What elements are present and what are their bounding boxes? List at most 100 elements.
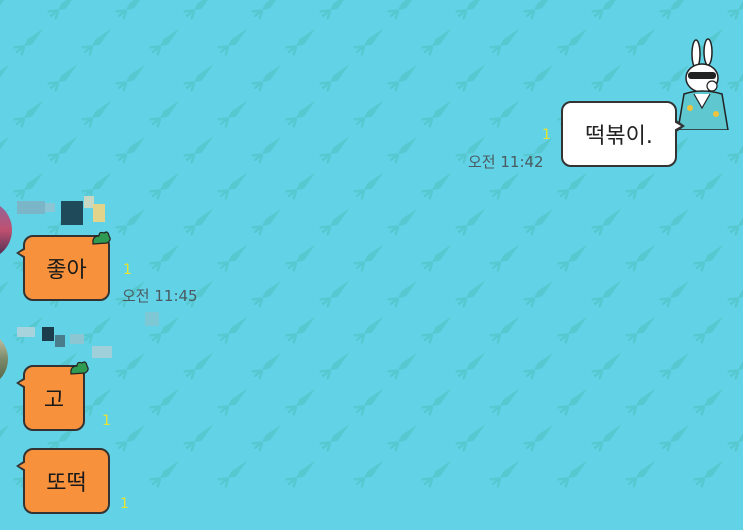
carrot-icon <box>557 244 588 272</box>
bubble-tail <box>16 460 26 472</box>
unread-count: 1 <box>123 262 132 278</box>
carrot-icon <box>81 100 112 128</box>
carrot-icon <box>455 64 486 92</box>
carrot-icon <box>387 0 418 20</box>
carrot-icon <box>353 388 384 416</box>
carrot-icon <box>183 352 214 380</box>
carrot-icon <box>659 208 690 236</box>
carrot-icon <box>387 208 418 236</box>
carrot-icon <box>319 424 350 452</box>
carrot-icon <box>0 0 10 10</box>
message-text: 떡볶이. <box>585 124 653 149</box>
carrot-icon <box>149 460 180 488</box>
carrot-icon <box>217 100 248 128</box>
carrot-icon <box>489 388 520 416</box>
carrot-icon <box>319 208 350 236</box>
carrot-icon <box>489 172 520 200</box>
carrot-icon <box>659 280 690 308</box>
carrot-icon <box>489 460 520 488</box>
carrot-pattern <box>0 0 743 488</box>
carrot-icon <box>285 100 316 128</box>
carrot-icon <box>557 28 588 56</box>
carrot-icon <box>387 280 418 308</box>
carrot-icon <box>217 460 248 488</box>
carrot-icon <box>13 28 44 56</box>
carrot-icon <box>115 64 146 92</box>
carrot-leaf-icon <box>92 231 111 245</box>
carrot-icon <box>81 316 112 344</box>
carrot-icon <box>727 424 743 452</box>
carrot-icon <box>387 64 418 92</box>
carrot-icon <box>557 460 588 488</box>
carrot-icon <box>285 316 316 344</box>
carrot-icon <box>421 172 452 200</box>
carrot-icon <box>523 352 554 380</box>
carrot-icon <box>625 316 656 344</box>
message-timestamp: 오전 11:42 <box>468 153 544 171</box>
carrot-icon <box>591 352 622 380</box>
carrot-icon <box>353 28 384 56</box>
carrot-icon <box>81 388 112 416</box>
carrot-icon <box>13 172 44 200</box>
carrot-icon <box>217 28 248 56</box>
carrot-icon <box>353 244 384 272</box>
carrot-icon <box>0 280 10 298</box>
carrot-icon <box>285 28 316 56</box>
incoming-message-bubble[interactable]: 또떡 <box>16 448 110 514</box>
bubble-tail <box>16 247 26 259</box>
carrot-icon <box>693 244 724 272</box>
carrot-icon <box>727 136 743 164</box>
carrot-icon <box>455 208 486 236</box>
carrot-icon <box>285 388 316 416</box>
message-text: 고 <box>43 388 65 413</box>
carrot-icon <box>115 0 146 20</box>
carrot-icon <box>13 100 44 128</box>
carrot-icon <box>523 424 554 452</box>
chat-wallpaper <box>0 0 743 530</box>
carrot-icon <box>455 424 486 452</box>
carrot-icon <box>149 100 180 128</box>
carrot-icon <box>251 64 282 92</box>
carrot-icon <box>693 316 724 344</box>
carrot-icon <box>285 244 316 272</box>
carrot-icon <box>251 208 282 236</box>
carrot-icon <box>625 244 656 272</box>
message-text: 또떡 <box>46 471 87 496</box>
carrot-icon <box>387 352 418 380</box>
carrot-icon <box>81 28 112 56</box>
carrot-icon <box>591 280 622 308</box>
carrot-icon <box>591 208 622 236</box>
carrot-icon <box>319 280 350 308</box>
carrot-icon <box>353 316 384 344</box>
carrot-icon <box>251 352 282 380</box>
carrot-icon <box>149 388 180 416</box>
carrot-icon <box>47 64 78 92</box>
carrot-icon <box>115 136 146 164</box>
carrot-icon <box>625 28 656 56</box>
carrot-icon <box>387 136 418 164</box>
carrot-icon <box>523 208 554 236</box>
carrot-icon <box>489 316 520 344</box>
carrot-icon <box>183 424 214 452</box>
carrot-icon <box>693 388 724 416</box>
carrot-icon <box>727 280 743 308</box>
unread-count: 1 <box>102 413 111 429</box>
outgoing-message-bubble[interactable]: 떡볶이. <box>561 101 685 167</box>
carrot-icon <box>115 208 146 236</box>
carrot-icon <box>0 136 10 154</box>
carrot-icon <box>217 388 248 416</box>
carrot-icon <box>115 424 146 452</box>
carrot-icon <box>353 460 384 488</box>
unread-count: 1 <box>120 496 129 512</box>
carrot-icon <box>659 0 690 20</box>
carrot-icon <box>319 352 350 380</box>
carrot-icon <box>149 172 180 200</box>
carrot-icon <box>319 0 350 20</box>
carrot-icon <box>285 172 316 200</box>
carrot-icon <box>251 0 282 20</box>
carrot-icon <box>625 460 656 488</box>
carrot-icon <box>251 280 282 308</box>
carrot-icon <box>523 0 554 20</box>
carrot-icon <box>183 0 214 20</box>
carrot-icon <box>183 64 214 92</box>
